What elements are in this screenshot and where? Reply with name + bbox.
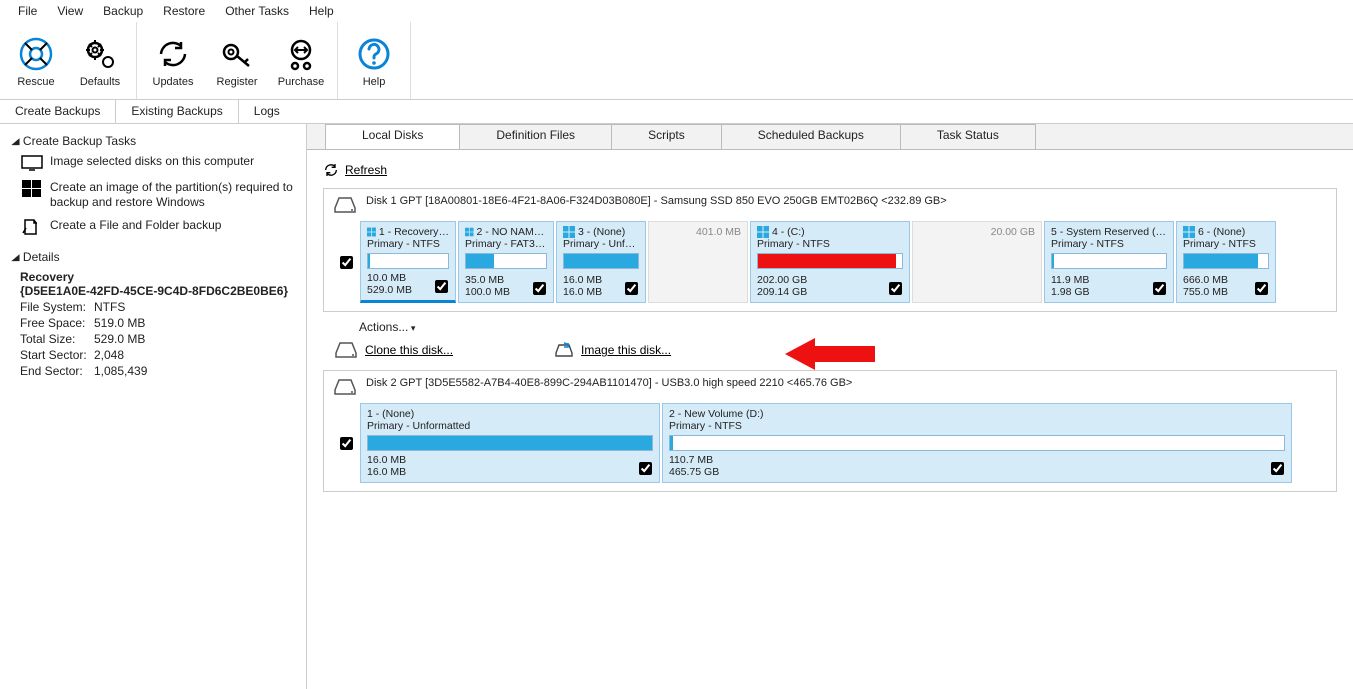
subtab-existing-backups[interactable]: Existing Backups bbox=[116, 100, 237, 123]
partition[interactable]: 2 - New Volume (D:)Primary - NTFS110.7 M… bbox=[662, 403, 1292, 483]
partition[interactable]: 3 - (None)Primary - Unformatted16.0 MB16… bbox=[556, 221, 646, 303]
usage-bar bbox=[563, 253, 639, 269]
tasks-header[interactable]: Create Backup Tasks bbox=[12, 134, 294, 148]
cart-icon bbox=[281, 34, 321, 74]
image-disk-button[interactable]: Image this disk... bbox=[553, 341, 671, 359]
unallocated-space: 20.00 GB bbox=[912, 221, 1042, 303]
gears-icon bbox=[80, 34, 120, 74]
disk-checkbox[interactable] bbox=[332, 221, 360, 303]
actions-dropdown[interactable]: Actions... bbox=[359, 320, 1337, 334]
task-monitor[interactable]: Image selected disks on this computer bbox=[20, 154, 294, 172]
secondary-tabs: Create BackupsExisting BackupsLogs bbox=[0, 100, 1353, 124]
partition[interactable]: 4 - (C:)Primary - NTFS202.00 GB209.14 GB bbox=[750, 221, 910, 303]
disk-icon bbox=[332, 195, 360, 215]
usage-bar bbox=[669, 435, 1285, 451]
partition[interactable]: 2 - NO NAME (None)Primary - FAT32 (LBA)3… bbox=[458, 221, 554, 303]
partition-checkbox[interactable] bbox=[1267, 459, 1287, 478]
cycle-icon bbox=[153, 34, 193, 74]
key-icon bbox=[217, 34, 257, 74]
partition-checkbox[interactable] bbox=[431, 277, 451, 296]
filefolder-icon bbox=[20, 218, 44, 236]
disk-title: Disk 2 GPT [3D5E5582-A7B4-40E8-899C-294A… bbox=[366, 377, 852, 389]
usage-bar bbox=[367, 253, 449, 269]
usage-bar bbox=[465, 253, 547, 269]
disk-panel-1: Disk 1 GPT [18A00801-18E6-4F21-8A06-F324… bbox=[323, 188, 1337, 312]
tab-definition-files[interactable]: Definition Files bbox=[459, 124, 612, 149]
partition-checkbox[interactable] bbox=[635, 459, 655, 478]
updates-button[interactable]: Updates bbox=[141, 22, 205, 99]
menu-help[interactable]: Help bbox=[299, 4, 344, 18]
partition[interactable]: 1 - (None)Primary - Unformatted16.0 MB16… bbox=[360, 403, 660, 483]
menu-other-tasks[interactable]: Other Tasks bbox=[215, 4, 299, 18]
purchase-button[interactable]: Purchase bbox=[269, 22, 333, 99]
main-area: Local DisksDefinition FilesScriptsSchedu… bbox=[307, 124, 1353, 689]
partition[interactable]: 6 - (None)Primary - NTFS666.0 MB755.0 MB bbox=[1176, 221, 1276, 303]
details-title: Recovery bbox=[20, 270, 294, 284]
partition-checkbox[interactable] bbox=[885, 279, 905, 298]
main-content: Refresh Disk 1 GPT [18A00801-18E6-4F21-8… bbox=[307, 150, 1353, 689]
usage-bar bbox=[367, 435, 653, 451]
rescue-button[interactable]: Rescue bbox=[4, 22, 68, 99]
task-windows[interactable]: Create an image of the partition(s) requ… bbox=[20, 180, 294, 210]
detail-row: Free Space:519.0 MB bbox=[20, 316, 294, 330]
subtab-create-backups[interactable]: Create Backups bbox=[0, 100, 115, 123]
partition-checkbox[interactable] bbox=[621, 279, 641, 298]
main-toolbar: RescueDefaultsUpdatesRegisterPurchaseHel… bbox=[0, 22, 1353, 100]
disk-title: Disk 1 GPT [18A00801-18E6-4F21-8A06-F324… bbox=[366, 195, 947, 207]
usage-bar bbox=[757, 253, 903, 269]
detail-row: End Sector:1,085,439 bbox=[20, 364, 294, 378]
disk-panel-2: Disk 2 GPT [3D5E5582-A7B4-40E8-899C-294A… bbox=[323, 370, 1337, 492]
windows-icon bbox=[20, 180, 44, 198]
disk-icon bbox=[332, 377, 360, 397]
detail-row: File System:NTFS bbox=[20, 300, 294, 314]
partition-checkbox[interactable] bbox=[1251, 279, 1271, 298]
tab-scheduled-backups[interactable]: Scheduled Backups bbox=[721, 124, 901, 149]
menu-view[interactable]: View bbox=[47, 4, 93, 18]
menu-file[interactable]: File bbox=[8, 4, 47, 18]
detail-row: Total Size:529.0 MB bbox=[20, 332, 294, 346]
refresh-button[interactable]: Refresh bbox=[323, 162, 1337, 178]
unallocated-space: 401.0 MB bbox=[648, 221, 748, 303]
usage-bar bbox=[1183, 253, 1269, 269]
details-guid: {D5EE1A0E-42FD-45CE-9C4D-8FD6C2BE0BE6} bbox=[20, 284, 294, 298]
details-header[interactable]: Details bbox=[12, 250, 294, 264]
partition[interactable]: 5 - System Reserved (None)Primary - NTFS… bbox=[1044, 221, 1174, 303]
question-icon bbox=[354, 34, 394, 74]
menu-bar: FileViewBackupRestoreOther TasksHelp bbox=[0, 0, 1353, 22]
lifebuoy-icon bbox=[16, 34, 56, 74]
partition[interactable]: 1 - Recovery (None)Primary - NTFS10.0 MB… bbox=[360, 221, 456, 303]
clone-disk-button[interactable]: Clone this disk... bbox=[333, 340, 453, 360]
sidebar: Create Backup Tasks Image selected disks… bbox=[0, 124, 307, 689]
partition-checkbox[interactable] bbox=[1149, 279, 1169, 298]
partition-checkbox[interactable] bbox=[529, 279, 549, 298]
menu-restore[interactable]: Restore bbox=[153, 4, 215, 18]
annotation-arrow-icon bbox=[785, 334, 875, 374]
task-filefolder[interactable]: Create a File and Folder backup bbox=[20, 218, 294, 236]
usage-bar bbox=[1051, 253, 1167, 269]
monitor-icon bbox=[20, 154, 44, 172]
disk-actions-row: Clone this disk... Image this disk... bbox=[333, 340, 1337, 360]
main-tabs: Local DisksDefinition FilesScriptsSchedu… bbox=[307, 124, 1353, 150]
tab-task-status[interactable]: Task Status bbox=[900, 124, 1036, 149]
disk-checkbox[interactable] bbox=[332, 403, 360, 483]
tab-local-disks[interactable]: Local Disks bbox=[325, 124, 460, 149]
defaults-button[interactable]: Defaults bbox=[68, 22, 132, 99]
detail-row: Start Sector:2,048 bbox=[20, 348, 294, 362]
menu-backup[interactable]: Backup bbox=[93, 4, 153, 18]
subtab-logs[interactable]: Logs bbox=[239, 100, 295, 123]
help-button[interactable]: Help bbox=[342, 22, 406, 99]
register-button[interactable]: Register bbox=[205, 22, 269, 99]
tab-scripts[interactable]: Scripts bbox=[611, 124, 722, 149]
workspace: Create Backup Tasks Image selected disks… bbox=[0, 124, 1353, 689]
